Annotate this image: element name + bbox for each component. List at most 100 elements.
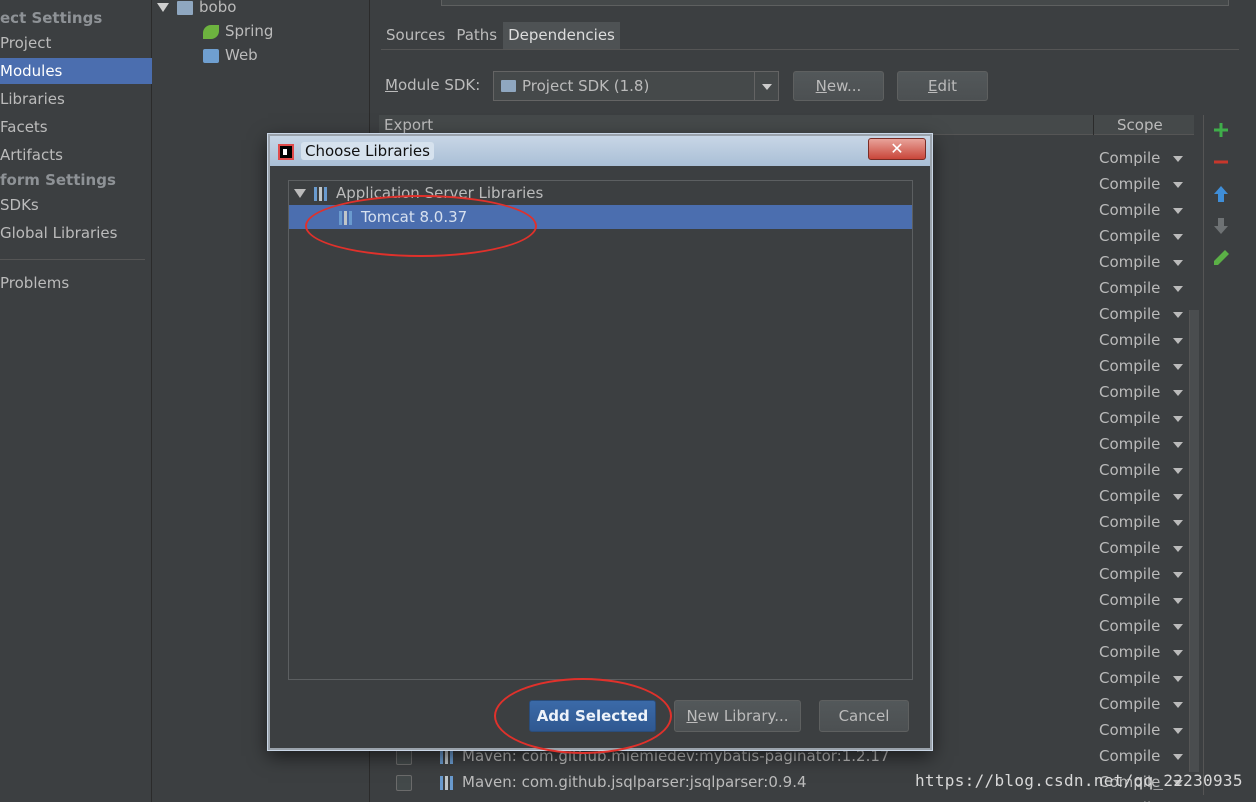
- sidebar-item-sdks[interactable]: SDKs: [0, 192, 152, 218]
- library-icon: [314, 186, 328, 201]
- sidebar-divider: [0, 259, 145, 260]
- scope-dropdown[interactable]: Compile: [1099, 587, 1189, 613]
- scope-dropdown[interactable]: Compile: [1099, 275, 1189, 301]
- sdk-folder-icon: [501, 80, 516, 92]
- new-library-button[interactable]: New Library...: [674, 700, 801, 732]
- export-column-header[interactable]: Export: [384, 115, 433, 135]
- sidebar-item-artifacts[interactable]: Artifacts: [0, 142, 152, 168]
- module-folder-icon: [177, 0, 193, 15]
- tree-item-tomcat[interactable]: Tomcat 8.0.37: [339, 205, 467, 229]
- cancel-button[interactable]: Cancel: [819, 700, 909, 732]
- web-facet-icon: [203, 48, 219, 63]
- add-icon[interactable]: [1210, 119, 1232, 141]
- choose-libraries-dialog: Choose Libraries ✕ Application Server Li…: [268, 134, 932, 750]
- dialog-title-bar[interactable]: Choose Libraries ✕: [270, 136, 930, 166]
- sdk-selected-value: Project SDK (1.8): [522, 77, 650, 95]
- tab-dependencies[interactable]: Dependencies: [503, 22, 621, 49]
- close-icon[interactable]: ✕: [868, 138, 926, 160]
- expand-arrow-icon[interactable]: [294, 189, 306, 198]
- new-sdk-button[interactable]: New...: [793, 71, 884, 101]
- scope-dropdown[interactable]: Compile: [1099, 613, 1189, 639]
- add-selected-button[interactable]: Add Selected: [529, 700, 656, 732]
- module-sdk-select[interactable]: Project SDK (1.8): [493, 71, 779, 101]
- spring-leaf-icon: [203, 24, 219, 39]
- scope-dropdown[interactable]: Compile: [1099, 431, 1189, 457]
- button-label: ew...: [826, 77, 862, 95]
- scope-dropdown[interactable]: Compile: [1099, 639, 1189, 665]
- scope-dropdown[interactable]: Compile: [1099, 405, 1189, 431]
- scope-dropdown[interactable]: Compile: [1099, 795, 1189, 802]
- scope-dropdown[interactable]: Compile: [1099, 535, 1189, 561]
- platform-settings-heading: form Settings: [0, 171, 116, 189]
- edit-sdk-button[interactable]: Edit: [897, 71, 988, 101]
- scope-dropdown[interactable]: Compile: [1099, 665, 1189, 691]
- intellij-logo-icon: [278, 144, 294, 160]
- sidebar-item-problems[interactable]: Problems: [0, 270, 152, 296]
- sidebar-item-project[interactable]: Project: [0, 30, 152, 56]
- move-down-icon[interactable]: [1210, 215, 1232, 237]
- library-icon: [440, 775, 454, 790]
- dependencies-scrollbar[interactable]: [1189, 310, 1199, 772]
- edit-pencil-icon[interactable]: [1210, 247, 1232, 269]
- tree-node-web[interactable]: Web: [203, 44, 258, 66]
- watermark: https://blog.csdn.net/qq_22230935: [915, 771, 1243, 790]
- dialog-title: Choose Libraries: [301, 142, 434, 160]
- scope-dropdown[interactable]: Compile: [1099, 197, 1189, 223]
- dialog-body: Application Server Libraries Tomcat 8.0.…: [278, 172, 922, 744]
- tree-item-label: Tomcat 8.0.37: [361, 208, 468, 226]
- scope-dropdown[interactable]: Compile: [1099, 145, 1189, 171]
- tab-sources[interactable]: Sources: [381, 22, 452, 49]
- dependencies-table-header: Export Scope: [379, 115, 1194, 135]
- mnemonic: N: [686, 707, 698, 725]
- scope-dropdown[interactable]: Compile: [1099, 561, 1189, 587]
- scope-dropdown[interactable]: Compile: [1099, 509, 1189, 535]
- tree-node-spring[interactable]: Spring: [203, 20, 273, 42]
- scope-dropdown[interactable]: Compile: [1099, 483, 1189, 509]
- expand-arrow-icon[interactable]: [157, 3, 169, 12]
- remove-icon[interactable]: [1210, 151, 1232, 173]
- tab-paths[interactable]: Paths: [451, 22, 504, 49]
- settings-sidebar: ect Settings Project Modules Libraries F…: [0, 0, 152, 802]
- tree-group-application-server-libraries[interactable]: Application Server Libraries: [294, 181, 543, 205]
- tree-node-label: bobo: [199, 0, 237, 16]
- scope-dropdown[interactable]: Compile: [1099, 379, 1189, 405]
- scope-dropdown[interactable]: Compile: [1099, 717, 1189, 743]
- sidebar-item-libraries[interactable]: Libraries: [0, 86, 152, 112]
- tab-divider: [381, 49, 1239, 50]
- sidebar-item-global-libraries[interactable]: Global Libraries: [0, 220, 152, 246]
- move-up-icon[interactable]: [1210, 183, 1232, 205]
- project-settings-heading: ect Settings: [0, 9, 103, 27]
- scope-dropdown[interactable]: Compile: [1099, 223, 1189, 249]
- column-divider: [1093, 115, 1094, 135]
- sidebar-item-modules[interactable]: Modules: [0, 58, 152, 84]
- scope-dropdown[interactable]: Compile: [1099, 327, 1189, 353]
- mnemonic: N: [815, 77, 827, 95]
- scope-dropdown[interactable]: Compile: [1099, 691, 1189, 717]
- tree-node-label: Web: [225, 46, 258, 64]
- export-checkbox[interactable]: [396, 748, 412, 765]
- tree-node-label: Spring: [225, 22, 274, 40]
- module-sdk-label: Module SDK:: [385, 76, 480, 94]
- scope-column-header[interactable]: Scope: [1117, 115, 1163, 135]
- dependency-row[interactable]: Maven: com.github.jsqlparser:jsqlparser:…: [396, 769, 807, 795]
- label-text: odule SDK:: [397, 76, 481, 94]
- tree-node-bobo[interactable]: bobo: [157, 0, 236, 18]
- module-name-field[interactable]: [441, 0, 1229, 6]
- project-structure-window: ect Settings Project Modules Libraries F…: [0, 0, 1256, 802]
- scope-dropdown[interactable]: Compile: [1099, 353, 1189, 379]
- scope-dropdown[interactable]: Compile: [1099, 457, 1189, 483]
- library-icon: [440, 749, 454, 764]
- button-label: ew Library...: [697, 707, 789, 725]
- libraries-tree: Application Server Libraries Tomcat 8.0.…: [288, 180, 913, 680]
- dependencies-toolbar: [1203, 115, 1237, 795]
- export-checkbox[interactable]: [396, 774, 412, 791]
- mnemonic: M: [385, 76, 398, 94]
- scope-dropdown[interactable]: Compile: [1099, 249, 1189, 275]
- scope-dropdown[interactable]: Compile: [1099, 301, 1189, 327]
- scope-dropdown[interactable]: Compile: [1099, 743, 1189, 769]
- chevron-down-icon[interactable]: [754, 72, 778, 100]
- scope-dropdown[interactable]: Compile: [1099, 171, 1189, 197]
- module-tabs: Sources Paths Dependencies: [381, 22, 621, 49]
- button-label: dit: [937, 77, 958, 95]
- sidebar-item-facets[interactable]: Facets: [0, 114, 152, 140]
